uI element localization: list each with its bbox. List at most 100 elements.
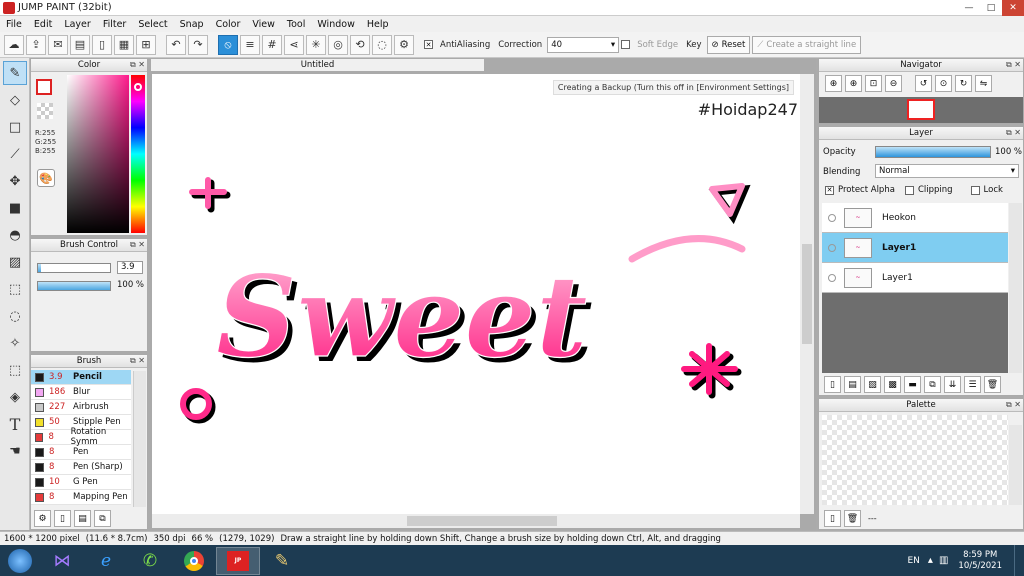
green-app-icon[interactable]: ✆ xyxy=(128,547,172,575)
rotate-left-icon[interactable]: ↺ xyxy=(915,75,932,92)
new-layer-icon[interactable]: ▯ xyxy=(824,376,841,393)
zoom-in-alt-icon[interactable]: ⊕ xyxy=(845,75,862,92)
menu-tool[interactable]: Tool xyxy=(281,19,311,30)
protect-alpha-checkbox[interactable]: ✕ xyxy=(825,185,834,195)
brush-item[interactable]: 3.9 Pencil xyxy=(31,370,131,385)
snap-grid-icon[interactable]: # xyxy=(262,34,282,55)
fit-icon[interactable]: ⊡ xyxy=(865,75,882,92)
snap-off-icon[interactable]: ⦸ xyxy=(218,34,238,55)
layer-visibility-icon[interactable] xyxy=(828,243,836,252)
redo-icon[interactable]: ↷ xyxy=(188,34,208,55)
comment-icon[interactable]: ✉ xyxy=(48,34,68,55)
layer-visibility-icon[interactable] xyxy=(828,273,836,282)
maximize-button[interactable]: □ xyxy=(980,0,1002,16)
brush-menu-icon[interactable]: ▤ xyxy=(74,510,91,527)
panel-float-close-icons[interactable]: ⧉ ✕ xyxy=(1006,128,1021,138)
palette-icon[interactable]: 🎨 xyxy=(37,169,55,187)
text-tool-icon[interactable]: T xyxy=(3,412,27,436)
duplicate-layer-icon[interactable]: ⧉ xyxy=(924,376,941,393)
transparent-swatch[interactable] xyxy=(37,103,53,119)
brush-item[interactable]: 186 Blur xyxy=(31,385,131,400)
clock[interactable]: 8:59 PM 10/5/2021 xyxy=(958,550,1002,572)
pen-tool-icon[interactable]: ✎ xyxy=(3,61,27,85)
brush-list-scrollbar[interactable] xyxy=(133,371,146,507)
brush-item[interactable]: 227 Airbrush xyxy=(31,400,131,415)
antialiasing-checkbox[interactable]: ✕ xyxy=(424,40,433,49)
clipping-checkbox[interactable] xyxy=(904,185,914,195)
chrome-icon[interactable] xyxy=(172,547,216,575)
menu-snap[interactable]: Snap xyxy=(174,19,210,30)
vertical-scrollbar[interactable] xyxy=(800,74,814,514)
saturation-value-picker[interactable] xyxy=(67,75,129,233)
menu-edit[interactable]: Edit xyxy=(28,19,58,30)
panel-float-close-icons[interactable]: ⧉ ✕ xyxy=(1006,400,1021,410)
network-icon[interactable]: ▥ xyxy=(939,555,948,566)
layer-menu-icon[interactable]: ☰ xyxy=(964,376,981,393)
select-pen-tool-icon[interactable]: ⬚ xyxy=(3,358,27,382)
chat-icon[interactable]: ▤ xyxy=(70,34,90,55)
main-color-swatch[interactable] xyxy=(36,79,52,95)
close-button[interactable]: ✕ xyxy=(1002,0,1024,16)
rotate-right-icon[interactable]: ↻ xyxy=(955,75,972,92)
start-button[interactable] xyxy=(0,547,40,575)
layer-list-scrollbar[interactable] xyxy=(1009,203,1022,373)
snap-circle-icon[interactable]: ◎ xyxy=(328,34,348,55)
shape-fill-tool-icon[interactable]: ■ xyxy=(3,196,27,220)
horizontal-scrollbar[interactable] xyxy=(152,514,800,528)
new-palette-color-icon[interactable]: ▯ xyxy=(824,510,841,527)
snap-ellipse-icon[interactable]: ◌ xyxy=(372,34,392,55)
reset-button[interactable]: ⊘ Reset xyxy=(706,35,751,54)
hue-handle[interactable] xyxy=(134,83,142,91)
select-eraser-tool-icon[interactable]: ◈ xyxy=(3,385,27,409)
brush-item[interactable]: 10 G Pen xyxy=(31,475,131,490)
layer-opacity-slider[interactable] xyxy=(875,146,991,158)
brush-size-slider[interactable] xyxy=(37,263,111,273)
save-icon[interactable]: ▦ xyxy=(114,34,134,55)
blending-dropdown[interactable]: Normal ▾ xyxy=(875,164,1019,178)
brush-item[interactable]: 8 Rotation Symm xyxy=(31,427,131,447)
new-layer-alt-icon[interactable]: ▤ xyxy=(844,376,861,393)
hand-tool-icon[interactable]: ☚ xyxy=(3,439,27,463)
menu-select[interactable]: Select xyxy=(132,19,173,30)
panel-float-close-icons[interactable]: ⧉ ✕ xyxy=(130,240,145,250)
brush-opacity-slider[interactable] xyxy=(37,281,111,291)
bucket-tool-icon[interactable]: ◓ xyxy=(3,223,27,247)
delete-palette-color-icon[interactable]: 🗑 xyxy=(844,510,861,527)
new-brush-icon[interactable]: ▯ xyxy=(54,510,71,527)
flip-icon[interactable]: ⇋ xyxy=(975,75,992,92)
lock-checkbox[interactable] xyxy=(970,185,980,195)
correction-dropdown[interactable]: 40 ▾ xyxy=(547,36,620,53)
brush-item[interactable]: 8 Mapping Pen xyxy=(31,490,131,505)
layer-row[interactable]: ~ Layer1 xyxy=(822,263,1008,293)
new-tone-layer-icon[interactable]: ▩ xyxy=(884,376,901,393)
select-tool-icon[interactable]: ⬚ xyxy=(3,277,27,301)
horizontal-scroll-thumb[interactable] xyxy=(407,516,557,526)
brush-settings-icon[interactable]: ⚙ xyxy=(34,510,51,527)
menu-window[interactable]: Window xyxy=(311,19,360,30)
reset-rotation-icon[interactable]: ⊙ xyxy=(935,75,952,92)
grid-icon[interactable]: ⊞ xyxy=(136,34,156,55)
drawing-canvas[interactable]: Creating a Backup (Turn this off in [Env… xyxy=(152,74,800,514)
undo-icon[interactable]: ↶ xyxy=(166,34,186,55)
tray-arrow-icon[interactable]: ▴ xyxy=(928,555,933,566)
line-tool-icon[interactable]: ⟋ xyxy=(3,142,27,166)
layer-row[interactable]: ~ Heokon xyxy=(822,203,1008,233)
snap-vanishing-icon[interactable]: ⋖ xyxy=(284,34,304,55)
language-indicator[interactable]: EN xyxy=(908,556,920,566)
brush-copy-icon[interactable]: ⧉ xyxy=(94,510,111,527)
menu-color[interactable]: Color xyxy=(210,19,247,30)
panel-float-close-icons[interactable]: ⧉ ✕ xyxy=(130,356,145,366)
jump-paint-taskbar-icon[interactable]: JP xyxy=(216,546,260,575)
palette-scrollbar[interactable] xyxy=(1009,425,1022,505)
share-icon[interactable]: ⇪ xyxy=(26,34,46,55)
layer-row[interactable]: ~ Layer1 xyxy=(822,233,1008,263)
move-tool-icon[interactable]: ✥ xyxy=(3,169,27,193)
minimize-button[interactable]: — xyxy=(958,0,980,16)
paint-app-icon[interactable]: ✎ xyxy=(260,547,304,575)
lasso-tool-icon[interactable]: ◌ xyxy=(3,304,27,328)
internet-explorer-icon[interactable]: e xyxy=(84,547,128,575)
menu-help[interactable]: Help xyxy=(361,19,395,30)
hue-slider[interactable] xyxy=(131,75,145,233)
snap-curve-icon[interactable]: ⟲ xyxy=(350,34,370,55)
menu-layer[interactable]: Layer xyxy=(58,19,97,30)
